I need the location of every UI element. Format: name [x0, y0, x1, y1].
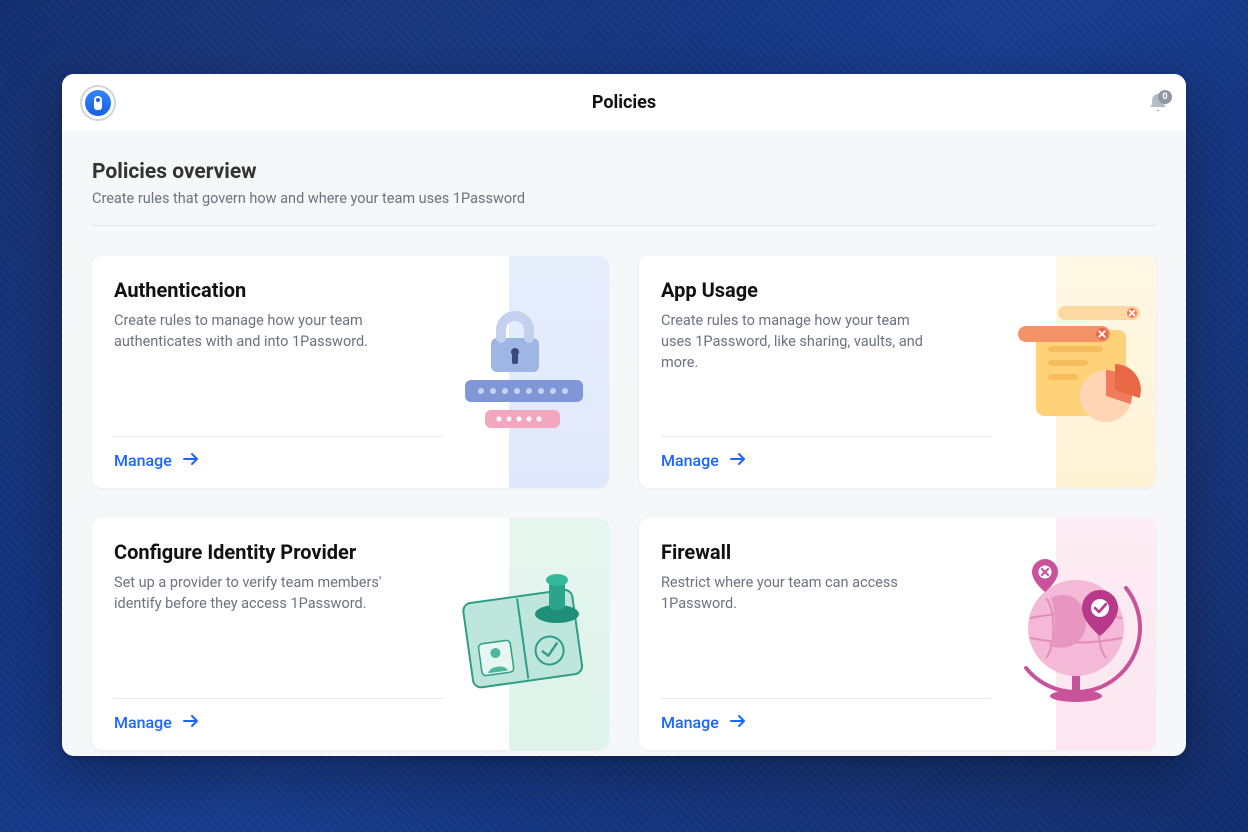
overview-subheading: Create rules that govern how and where y…	[92, 190, 1156, 207]
arrow-right-icon	[729, 713, 747, 732]
manage-label: Manage	[114, 713, 172, 732]
card-footer: Manage	[114, 436, 444, 470]
app-window: Policies 0 Policies overview Create rule…	[62, 74, 1186, 756]
arrow-right-icon	[729, 451, 747, 470]
card-title: App Usage	[661, 278, 1134, 302]
page-title: Policies	[62, 92, 1186, 113]
card-description: Set up a provider to verify team members…	[114, 572, 394, 614]
card-description: Restrict where your team can access 1Pas…	[661, 572, 941, 614]
policy-card-grid: Authentication Create rules to manage ho…	[92, 256, 1156, 750]
manage-authentication-link[interactable]: Manage	[114, 451, 200, 470]
app-logo[interactable]	[80, 85, 116, 121]
manage-app-usage-link[interactable]: Manage	[661, 451, 747, 470]
identity-provider-illustration	[449, 558, 599, 708]
manage-label: Manage	[661, 451, 719, 470]
manage-label: Manage	[661, 713, 719, 732]
manage-firewall-link[interactable]: Manage	[661, 713, 747, 732]
manage-label: Manage	[114, 451, 172, 470]
card-title: Authentication	[114, 278, 587, 302]
card-footer: Manage	[661, 436, 991, 470]
card-title: Configure Identity Provider	[114, 540, 587, 564]
card-authentication: Authentication Create rules to manage ho…	[92, 256, 609, 488]
card-footer: Manage	[114, 698, 444, 732]
app-logo-icon	[85, 90, 111, 116]
card-title: Firewall	[661, 540, 1134, 564]
notifications-button[interactable]: 0	[1148, 92, 1168, 114]
app-usage-illustration	[996, 296, 1146, 446]
card-description: Create rules to manage how your team aut…	[114, 310, 394, 352]
divider	[92, 225, 1156, 226]
arrow-right-icon	[182, 451, 200, 470]
arrow-right-icon	[182, 713, 200, 732]
card-identity-provider: Configure Identity Provider Set up a pro…	[92, 518, 609, 750]
notification-badge: 0	[1158, 90, 1172, 104]
card-app-usage: App Usage Create rules to manage how you…	[639, 256, 1156, 488]
overview-heading: Policies overview	[92, 160, 1156, 184]
authentication-illustration	[449, 296, 599, 446]
overview-header: Policies overview Create rules that gove…	[92, 160, 1156, 207]
card-description: Create rules to manage how your team use…	[661, 310, 941, 373]
titlebar: Policies 0	[62, 74, 1186, 132]
content-area: Policies overview Create rules that gove…	[62, 132, 1186, 756]
manage-identity-provider-link[interactable]: Manage	[114, 713, 200, 732]
card-firewall: Firewall Restrict where your team can ac…	[639, 518, 1156, 750]
firewall-illustration	[996, 558, 1146, 708]
card-footer: Manage	[661, 698, 991, 732]
